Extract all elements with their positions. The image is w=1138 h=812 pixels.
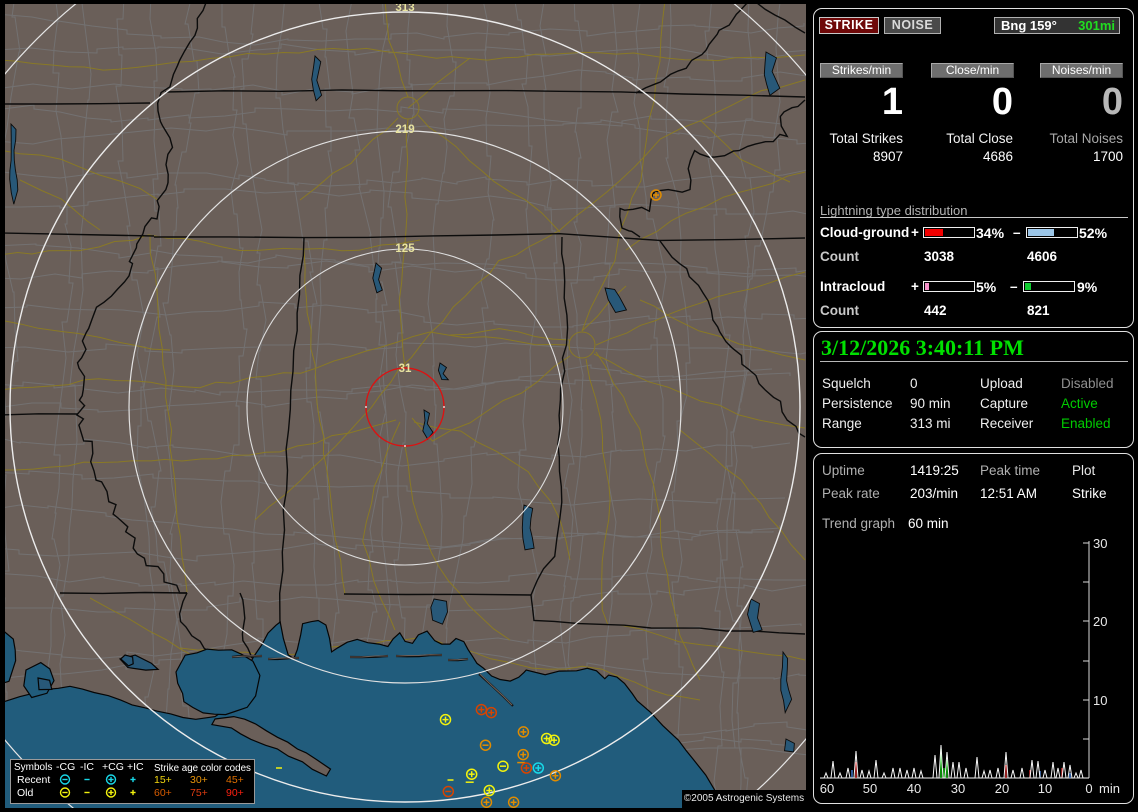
svg-text:125: 125 bbox=[395, 243, 415, 255]
svg-text:31: 31 bbox=[399, 363, 412, 375]
svg-text:219: 219 bbox=[395, 124, 414, 136]
svg-text:313: 313 bbox=[395, 4, 414, 14]
